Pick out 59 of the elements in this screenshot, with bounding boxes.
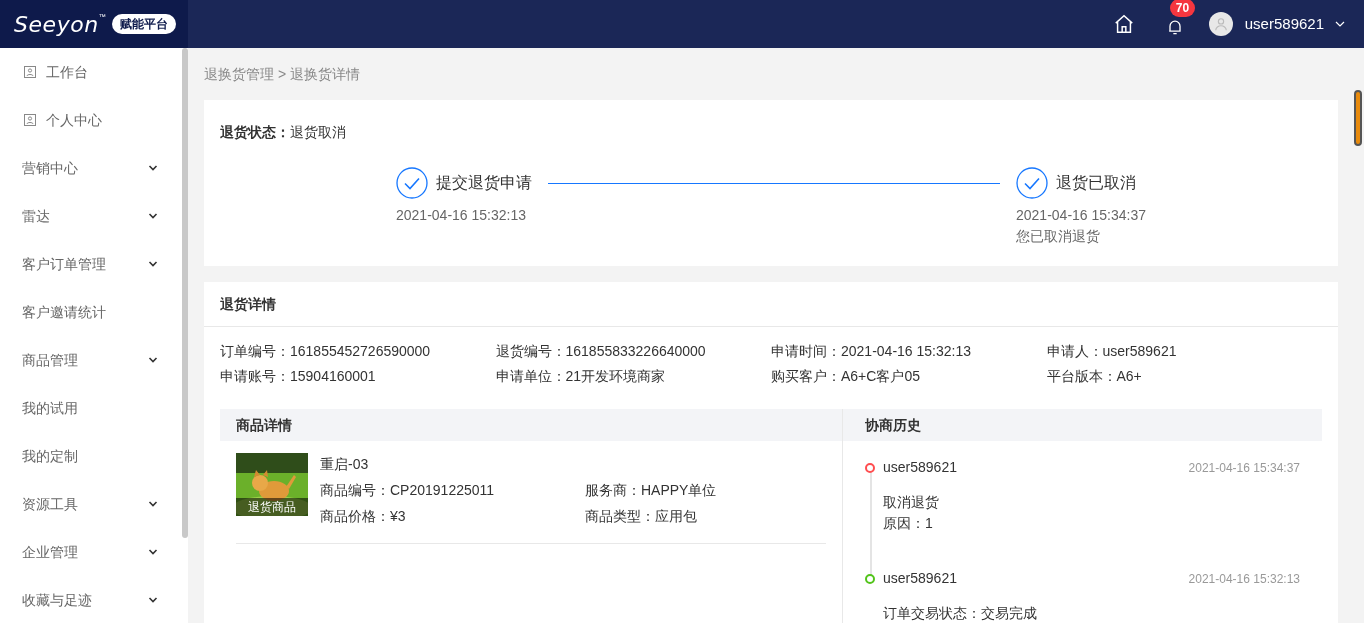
sidebar-item[interactable]: 我的定制 bbox=[0, 432, 180, 480]
detail-field: 申请账号：15904160001 bbox=[220, 366, 496, 387]
notification-badge: 70 bbox=[1169, 0, 1196, 17]
breadcrumb-separator: > bbox=[278, 64, 287, 84]
history-text: 取消退货 bbox=[883, 493, 940, 512]
scrollbar-thumb[interactable] bbox=[182, 48, 188, 538]
detail-field: 申请时间：2021-04-16 15:32:13 bbox=[771, 341, 1047, 362]
details-title: 退货详情 bbox=[204, 282, 1338, 327]
sidebar-item[interactable]: 雷达 bbox=[0, 192, 180, 240]
history-header: 协商历史 bbox=[843, 409, 1322, 441]
history-time: 2021-04-16 15:32:13 bbox=[1188, 570, 1300, 588]
status-label: 退货状态： bbox=[220, 123, 290, 142]
platform-badge: 赋能平台 bbox=[111, 14, 176, 34]
sidebar-item[interactable]: 客户订单管理 bbox=[0, 240, 180, 288]
detail-field: 购买客户：A6+C客户05 bbox=[771, 366, 1047, 387]
history-user: user589621 bbox=[883, 569, 958, 588]
step-time: 2021-04-16 15:34:37 bbox=[1016, 206, 1146, 225]
page-scrollbar-thumb[interactable] bbox=[1354, 90, 1362, 146]
product-field: 商品编号：CP20191225011 bbox=[320, 477, 585, 503]
sidebar-item[interactable]: 个人中心 bbox=[0, 96, 180, 144]
detail-field: 平台版本：A6+ bbox=[1046, 366, 1322, 387]
sidebar-item[interactable]: 资源工具 bbox=[0, 480, 180, 528]
sidebar-item[interactable]: 我的试用 bbox=[0, 384, 180, 432]
step-title: 提交退货申请 bbox=[436, 173, 532, 193]
step-note: 您已取消退货 bbox=[1016, 227, 1101, 246]
history-time: 2021-04-16 15:34:37 bbox=[1188, 459, 1300, 477]
product-field: 商品价格：¥3 bbox=[320, 503, 585, 529]
history-text: 订单交易状态：交易完成 bbox=[883, 604, 1038, 623]
sidebar-item[interactable]: 收藏与足迹 bbox=[0, 576, 180, 623]
detail-field: 申请单位：21开发环境商家 bbox=[495, 366, 771, 387]
breadcrumb-link[interactable]: 退换货详情 bbox=[290, 63, 361, 85]
breadcrumb-link[interactable]: 退换货管理 bbox=[204, 63, 274, 85]
sidebar-item[interactable]: 工作台 bbox=[0, 48, 180, 96]
history-user: user589621 bbox=[883, 458, 958, 477]
product-field: 商品类型：应用包 bbox=[585, 503, 826, 529]
avatar[interactable] bbox=[1208, 12, 1233, 36]
detail-field: 订单编号：161855452726590000 bbox=[220, 341, 496, 362]
check-circle-icon bbox=[396, 167, 428, 199]
logo: Seeyon bbox=[14, 10, 99, 39]
contact-card-icon bbox=[24, 114, 36, 126]
sidebar-item[interactable]: 营销中心 bbox=[0, 144, 180, 192]
person-icon bbox=[1213, 17, 1228, 31]
sidebar-item[interactable]: 企业管理 bbox=[0, 528, 180, 576]
home-icon bbox=[1112, 13, 1135, 35]
product-field: 服务商：HAPPY单位 bbox=[585, 477, 826, 503]
sidebar-item[interactable]: 客户邀请统计 bbox=[0, 288, 180, 336]
detail-field: 退货编号：161855833226640000 bbox=[495, 341, 771, 362]
product-name[interactable]: 重启-03 bbox=[320, 451, 826, 477]
step-title: 退货已取消 bbox=[1056, 173, 1136, 193]
detail-field: 申请人：user589621 bbox=[1046, 341, 1322, 362]
status-value: 退货取消 bbox=[290, 123, 346, 142]
check-circle-icon bbox=[1016, 167, 1048, 199]
user-name[interactable]: user589621 bbox=[1244, 12, 1324, 36]
product-header: 商品详情 bbox=[220, 409, 842, 441]
sidebar-item[interactable]: 商品管理 bbox=[0, 336, 180, 384]
history-text: 原因：1 bbox=[883, 514, 934, 533]
step-time: 2021-04-16 15:32:13 bbox=[396, 206, 527, 225]
contact-card-icon bbox=[24, 66, 36, 78]
image-label: 退货商品 bbox=[236, 498, 308, 516]
